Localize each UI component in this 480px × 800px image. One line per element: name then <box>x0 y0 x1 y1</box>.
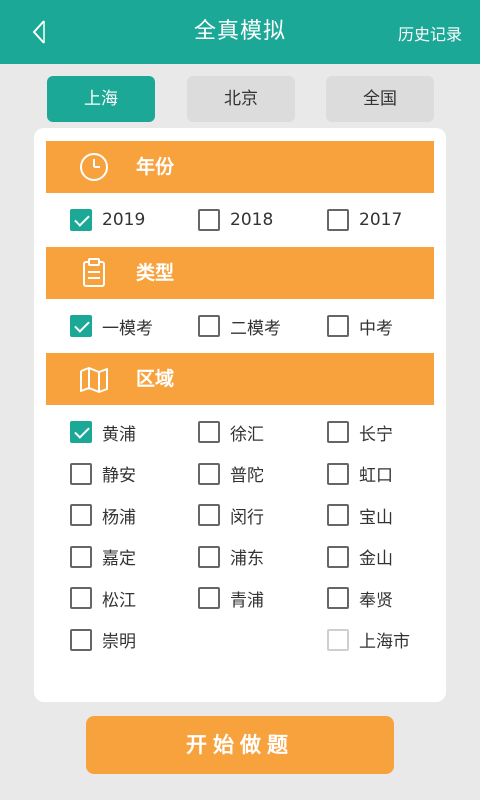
tab-beijing[interactable]: 北京 <box>187 76 295 122</box>
region-option-label: 崇明 <box>102 632 136 652</box>
checkbox[interactable] <box>327 209 349 231</box>
clipboard-icon <box>78 257 110 289</box>
region-option-label: 上海市 <box>359 632 410 652</box>
year-option[interactable]: 2017 <box>327 208 402 232</box>
checkbox[interactable] <box>70 545 92 568</box>
region-option[interactable]: 杨浦 <box>70 503 136 528</box>
region-option[interactable]: 黄浦 <box>70 420 136 445</box>
checkbox[interactable] <box>198 209 220 231</box>
section-header-type: 类型 <box>46 247 434 299</box>
checkbox[interactable] <box>198 462 220 485</box>
checkbox[interactable] <box>70 628 92 651</box>
filter-card: 年份 2019 2018 2017 类型 一模考 二模考 中考 区域 黄浦 徐汇 长宁静安 普… <box>34 128 446 702</box>
checkbox[interactable] <box>327 462 349 485</box>
region-option-label: 宝山 <box>359 507 393 528</box>
region-option[interactable]: 青浦 <box>198 586 264 611</box>
region-option[interactable]: 虹口 <box>327 462 393 486</box>
checkbox[interactable] <box>327 587 349 609</box>
section-title-year: 年份 <box>136 156 175 178</box>
region-option-label: 闵行 <box>230 507 264 528</box>
checkbox[interactable] <box>327 315 349 337</box>
region-option[interactable]: 普陀 <box>198 462 264 486</box>
checkbox[interactable] <box>70 462 92 485</box>
checkbox-checked[interactable] <box>70 421 92 443</box>
city-tabs: 上海 北京 全国 <box>0 76 480 122</box>
checkbox <box>327 628 349 651</box>
region-option[interactable]: 浦东 <box>198 545 264 569</box>
region-option[interactable]: 长宁 <box>327 420 393 445</box>
top-bar: 全真模拟 历史记录 <box>0 0 480 64</box>
region-option-label: 嘉定 <box>102 549 136 569</box>
region-option[interactable]: 嘉定 <box>70 545 136 569</box>
region-option-label: 普陀 <box>230 466 264 486</box>
region-option[interactable]: 徐汇 <box>198 420 264 445</box>
region-option-label: 徐汇 <box>230 424 264 445</box>
type-option-label: 一模考 <box>102 318 153 339</box>
region-option-label: 浦东 <box>230 549 264 569</box>
year-option-label: 2017 <box>359 210 403 230</box>
checkbox[interactable] <box>327 421 349 443</box>
type-option[interactable]: 中考 <box>327 314 393 339</box>
section-title-region: 区域 <box>136 368 175 390</box>
region-option-label: 虹口 <box>359 466 393 486</box>
region-option[interactable]: 金山 <box>327 545 393 569</box>
region-option-label: 长宁 <box>359 424 393 445</box>
checkbox[interactable] <box>327 545 349 568</box>
tab-shanghai[interactable]: 上海 <box>47 76 155 122</box>
region-option-label: 松江 <box>102 590 136 611</box>
tab-national[interactable]: 全国 <box>326 76 434 122</box>
checkbox[interactable] <box>327 504 349 526</box>
checkbox[interactable] <box>198 504 220 526</box>
region-option-label: 金山 <box>359 549 393 569</box>
back-arrow-icon[interactable] <box>30 18 52 46</box>
section-header-region: 区域 <box>46 353 434 405</box>
type-option-label: 中考 <box>359 318 393 339</box>
section-title-type: 类型 <box>136 262 175 284</box>
checkbox-checked[interactable] <box>70 315 92 337</box>
type-option[interactable]: 一模考 <box>70 314 153 339</box>
history-button[interactable]: 历史记录 <box>398 0 462 64</box>
year-option[interactable]: 2019 <box>70 208 145 232</box>
checkbox[interactable] <box>198 421 220 443</box>
map-icon <box>78 363 110 395</box>
year-option[interactable]: 2018 <box>198 208 273 232</box>
checkbox[interactable] <box>198 545 220 568</box>
region-option[interactable]: 闵行 <box>198 503 264 528</box>
clock-icon <box>78 151 110 183</box>
section-header-year: 年份 <box>46 141 434 193</box>
region-option-label: 奉贤 <box>359 590 393 611</box>
region-option-label: 杨浦 <box>102 507 136 528</box>
region-option: 上海市 <box>327 628 410 652</box>
region-option-label: 静安 <box>102 466 136 486</box>
checkbox-checked[interactable] <box>70 209 92 231</box>
region-option[interactable]: 宝山 <box>327 503 393 528</box>
region-option[interactable]: 静安 <box>70 462 136 486</box>
checkbox[interactable] <box>70 587 92 609</box>
region-option-label: 青浦 <box>230 590 264 611</box>
checkbox[interactable] <box>198 587 220 609</box>
region-option[interactable]: 崇明 <box>70 628 136 652</box>
region-option[interactable]: 奉贤 <box>327 586 393 611</box>
region-option-label: 黄浦 <box>102 424 136 445</box>
year-option-label: 2018 <box>230 210 274 230</box>
checkbox[interactable] <box>70 504 92 526</box>
type-option[interactable]: 二模考 <box>198 314 281 339</box>
type-option-label: 二模考 <box>230 318 281 339</box>
region-option[interactable]: 松江 <box>70 586 136 611</box>
start-button[interactable]: 开始做题 <box>86 716 394 774</box>
checkbox[interactable] <box>198 315 220 337</box>
year-option-label: 2019 <box>102 210 146 230</box>
